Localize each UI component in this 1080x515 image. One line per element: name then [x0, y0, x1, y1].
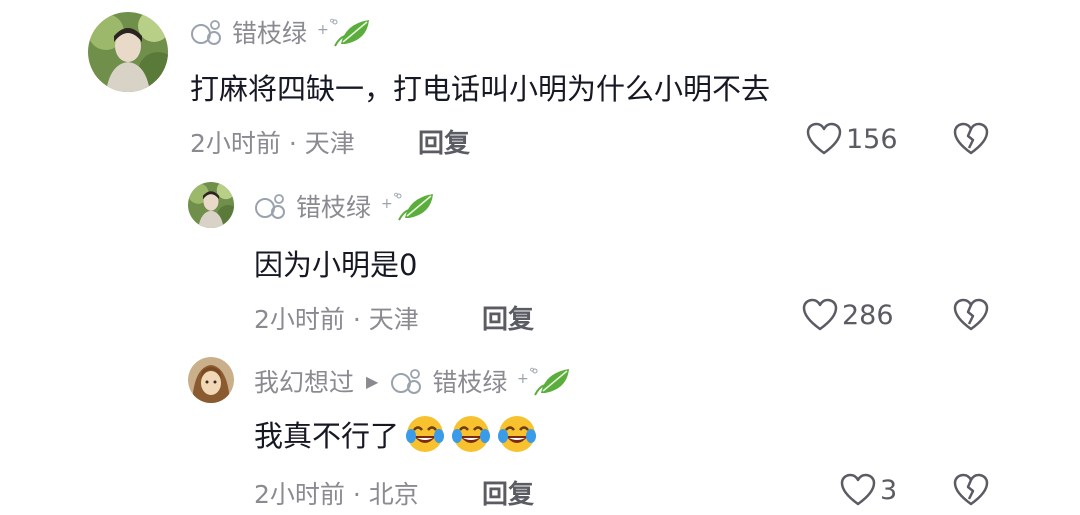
like-button[interactable]: 156 [806, 122, 898, 156]
username[interactable]: 错枝绿 [296, 188, 371, 224]
comment-author[interactable]: 错枝绿 + ° [254, 188, 439, 224]
dislike-button[interactable] [953, 122, 989, 160]
comment-text-content: 我真不行了 [254, 419, 400, 453]
heart-outline-icon [806, 122, 842, 155]
comment-author[interactable]: 错枝绿 + ° [190, 14, 375, 50]
comment-author[interactable]: 我幻想过 ▶ 错枝绿 + ° [254, 363, 575, 399]
avatar[interactable] [188, 182, 234, 228]
broken-heart-icon [953, 298, 989, 331]
comment-text: 因为小明是0 [254, 248, 418, 282]
dislike-button[interactable] [953, 298, 989, 336]
leaf-icon: + ° [315, 14, 375, 50]
reply-button[interactable]: 回复 [482, 474, 534, 511]
reply-button[interactable]: 回复 [482, 299, 534, 336]
bubbles-icon [390, 368, 424, 394]
username[interactable]: 我幻想过 [254, 363, 354, 399]
comment-time-location: 2小时前 · 北京 [254, 480, 419, 509]
like-button[interactable]: 286 [802, 298, 894, 332]
avatar[interactable] [188, 357, 234, 403]
comment-item: 错枝绿 + ° 因为小明是0 2小时前 · 天津 回复 286 [0, 170, 1080, 340]
comment-item: 错枝绿 + ° 打麻将四缺一，打电话叫小明为什么小明不去 2小时前 · 天津 回复… [0, 0, 1080, 170]
laughing-tears-emoji [451, 414, 491, 454]
heart-outline-icon [840, 473, 876, 506]
username[interactable]: 错枝绿 [232, 14, 307, 50]
comment-text: 打麻将四缺一，打电话叫小明为什么小明不去 [190, 72, 771, 106]
like-count: 286 [842, 299, 894, 331]
like-button[interactable]: 3 [840, 473, 897, 507]
leaf-icon: + ° [515, 363, 575, 399]
comment-item: 我幻想过 ▶ 错枝绿 + ° 我真不行了 2小时前 · 北京 回复 3 [0, 345, 1080, 515]
like-count: 3 [880, 474, 898, 506]
svg-text:+: + [517, 371, 529, 387]
bubbles-icon [190, 19, 224, 45]
laughing-tears-emoji [497, 414, 537, 454]
leaf-icon: + ° [379, 188, 439, 224]
triangle-right-icon: ▶ [366, 371, 379, 391]
comment-time-location: 2小时前 · 天津 [254, 305, 419, 334]
reply-button[interactable]: 回复 [418, 123, 470, 160]
svg-text:+: + [381, 196, 393, 212]
svg-text:+: + [317, 22, 329, 38]
bubbles-icon [254, 193, 288, 219]
broken-heart-icon [953, 473, 989, 506]
avatar[interactable] [88, 12, 168, 92]
broken-heart-icon [953, 122, 989, 155]
dislike-button[interactable] [953, 473, 989, 511]
heart-outline-icon [802, 298, 838, 331]
laughing-tears-emoji [405, 414, 445, 454]
reply-to-username[interactable]: 错枝绿 [432, 363, 507, 399]
comment-time-location: 2小时前 · 天津 [190, 129, 355, 158]
like-count: 156 [846, 123, 898, 155]
comment-text: 我真不行了 [254, 413, 537, 455]
